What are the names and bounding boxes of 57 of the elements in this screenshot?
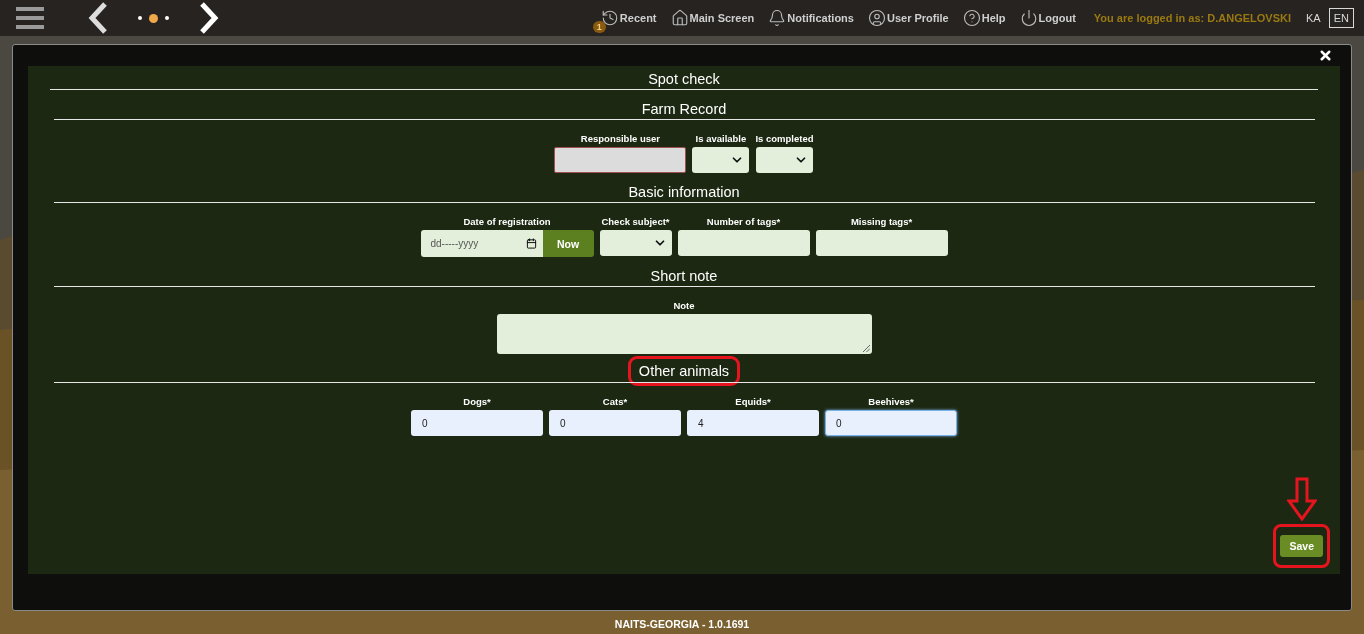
- field-label: Cats*: [602, 395, 628, 408]
- close-button[interactable]: [1318, 48, 1333, 63]
- select-field[interactable]: [692, 147, 750, 173]
- page-dot[interactable]: [149, 13, 158, 23]
- field-label: Is completed: [755, 132, 814, 145]
- section-title: Basic information: [627, 183, 741, 201]
- nav-link[interactable]: Notifications: [768, 9, 854, 27]
- language-option[interactable]: EN: [1328, 8, 1354, 28]
- nav-link[interactable]: Help: [962, 9, 1006, 27]
- close-icon: [1318, 48, 1333, 63]
- field-label: Date of registration: [463, 215, 551, 228]
- menu-icon[interactable]: [16, 6, 44, 30]
- field-label: Missing tags*: [850, 215, 913, 228]
- nav-link[interactable]: Main Screen: [670, 9, 755, 27]
- page-dot[interactable]: [165, 16, 169, 20]
- login-status: You are logged in as: D.ANGELOVSKI: [1093, 12, 1292, 24]
- calendar-icon: [525, 238, 537, 249]
- page-dot[interactable]: [138, 16, 142, 20]
- power-icon: [1019, 9, 1038, 27]
- field-label: Note: [673, 299, 695, 312]
- input-field[interactable]: [815, 230, 948, 256]
- nav-link[interactable]: Logout: [1019, 9, 1076, 27]
- version-label: NAITS-GEORGIA - 1.0.1691: [614, 618, 750, 630]
- count-badge: 1: [592, 21, 606, 33]
- modal-title: Spot check: [647, 70, 721, 88]
- number-field[interactable]: 4: [687, 410, 819, 436]
- down-arrow-icon: [1286, 477, 1317, 521]
- chevron-left-icon[interactable]: [88, 2, 108, 34]
- input-field[interactable]: [677, 230, 810, 256]
- field-label: Beehives*: [868, 395, 914, 408]
- select-field[interactable]: [599, 230, 672, 256]
- field-label: Is available: [695, 132, 747, 145]
- note-field[interactable]: [496, 314, 872, 354]
- chevron-right-icon[interactable]: [199, 2, 219, 34]
- save-button[interactable]: Save: [1280, 535, 1323, 557]
- language-option[interactable]: KA: [1301, 8, 1326, 28]
- date-field[interactable]: dd-----yyyy: [420, 230, 543, 257]
- user-icon: [867, 9, 886, 27]
- now-button[interactable]: Now: [542, 230, 594, 257]
- field-label: Check subject*: [601, 215, 670, 228]
- history-icon: [600, 9, 619, 27]
- home-icon: [670, 9, 689, 27]
- bell-icon: [768, 9, 787, 27]
- number-field[interactable]: 0: [549, 410, 681, 436]
- section-title: Farm Record: [640, 100, 728, 118]
- number-field[interactable]: 0: [825, 410, 957, 436]
- number-field[interactable]: 0: [411, 410, 543, 436]
- nav-link[interactable]: User Profile: [867, 9, 949, 27]
- field-label: Dogs*: [463, 395, 491, 408]
- select-field[interactable]: [756, 147, 813, 173]
- resize-handle-icon: [862, 345, 870, 352]
- responsible-user-field[interactable]: [554, 147, 687, 173]
- field-label: Responsible user: [580, 132, 661, 145]
- field-label: Equids*: [735, 395, 771, 408]
- field-label: Number of tags*: [706, 215, 781, 228]
- help-icon: [962, 9, 981, 27]
- section-title: Short note: [649, 267, 719, 285]
